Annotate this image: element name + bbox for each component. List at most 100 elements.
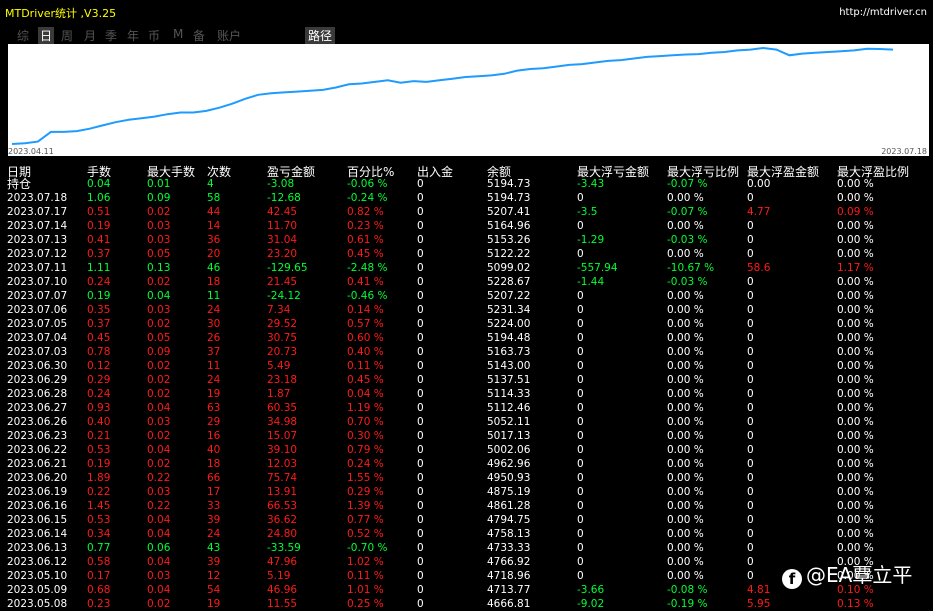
table-row[interactable]: 2023.06.22 0.53 0.04 40 39.10 0.79 % 0 5002.06 0… xyxy=(0,443,933,457)
table-row[interactable]: 2023.06.13 0.77 0.06 43 -33.59 -0.70 % 0 4733.3… xyxy=(0,541,933,555)
tab-2[interactable]: 周 xyxy=(61,27,73,44)
cell-maxlots: 0.02 xyxy=(147,374,171,386)
cell-bal: 4666.81 xyxy=(487,598,531,610)
tab-4[interactable]: 季 xyxy=(105,27,117,44)
cell-io: 0 xyxy=(417,318,424,330)
cell-pct: 1.19 % xyxy=(347,402,384,414)
cell-maxprofit: 5.95 xyxy=(747,598,771,610)
table-row[interactable]: 2023.06.20 1.89 0.22 66 75.74 1.55 % 0 4950.93 0… xyxy=(0,471,933,485)
cell-io: 0 xyxy=(417,430,424,442)
cell-maxloss: 0 xyxy=(577,570,584,582)
cell-pct: 0.04 % xyxy=(347,388,384,400)
tab-10[interactable]: 路径 xyxy=(305,27,336,44)
cell-lots: 0.17 xyxy=(87,570,111,582)
table-row[interactable]: 2023.07.11 1.11 0.13 46 -129.65 -2.48 % 0 5099.… xyxy=(0,261,933,275)
table-row[interactable]: 2023.07.06 0.35 0.03 24 7.34 0.14 % 0 5231.34 0 0… xyxy=(0,303,933,317)
table-row[interactable]: 2023.06.19 0.22 0.03 17 13.91 0.29 % 0 4875.19 0… xyxy=(0,485,933,499)
cell-lots: 0.37 xyxy=(87,318,111,330)
cell-maxprofitpct: 0.00 % xyxy=(837,542,874,554)
cell-maxlosspct: 0.00 % xyxy=(667,248,704,260)
cell-io: 0 xyxy=(417,584,424,596)
tab-1[interactable]: 日 xyxy=(38,27,55,44)
cell-maxlots: 0.02 xyxy=(147,430,171,442)
table-row[interactable]: 2023.06.28 0.24 0.02 19 1.87 0.04 % 0 5114.33 0 0… xyxy=(0,387,933,401)
table-row[interactable]: 2023.07.12 0.37 0.05 20 23.20 0.45 % 0 5122.22 0… xyxy=(0,247,933,261)
table-row[interactable]: 2023.07.17 0.51 0.02 44 42.45 0.82 % 0 5207.41 -… xyxy=(0,205,933,219)
cell-maxlosspct: 0.00 % xyxy=(667,360,704,372)
cell-maxprofitpct: 0.09 % xyxy=(837,206,874,218)
table-row[interactable]: 2023.06.16 1.45 0.22 33 66.53 1.39 % 0 4861.28 0… xyxy=(0,499,933,513)
table-row[interactable]: 2023.07.05 0.37 0.02 30 29.52 0.57 % 0 5224.00 0… xyxy=(0,317,933,331)
table-row[interactable]: 2023.06.23 0.21 0.02 16 15.07 0.30 % 0 5017.13 0… xyxy=(0,429,933,443)
cell-maxprofitpct: 0.13 % xyxy=(837,598,874,610)
cell-lots: 0.68 xyxy=(87,584,111,596)
cell-pnl: 31.04 xyxy=(267,234,298,246)
cell-maxlosspct: 0.00 % xyxy=(667,514,704,526)
cell-lots: 0.19 xyxy=(87,290,111,302)
cell-count: 20 xyxy=(207,248,221,260)
facebook-icon: f xyxy=(782,569,802,589)
cell-maxlots: 0.02 xyxy=(147,318,171,330)
tab-5[interactable]: 年 xyxy=(127,27,139,44)
cell-date: 2023.07.05 xyxy=(7,318,68,330)
cell-lots: 0.78 xyxy=(87,346,111,358)
watermark-text: @EA覃立平 xyxy=(806,563,913,587)
table-row[interactable]: 2023.06.26 0.40 0.03 29 34.98 0.70 % 0 5052.11 0… xyxy=(0,415,933,429)
table-row[interactable]: 2023.06.27 0.93 0.04 63 60.35 1.19 % 0 5112.46 0… xyxy=(0,401,933,415)
table-row[interactable]: 2023.07.14 0.19 0.03 14 11.70 0.23 % 0 5164.96 0… xyxy=(0,219,933,233)
cell-lots: 0.24 xyxy=(87,276,111,288)
cell-date: 2023.07.07 xyxy=(7,290,68,302)
cell-count: 39 xyxy=(207,514,221,526)
cell-maxlots: 0.06 xyxy=(147,542,171,554)
cell-lots: 0.58 xyxy=(87,556,111,568)
table-row[interactable]: 持仓 0.04 0.01 4 -3.08 -0.06 % 0 5194.73 -3.43 -0.0… xyxy=(0,177,933,191)
cell-date: 2023.06.19 xyxy=(7,486,68,498)
table-row[interactable]: 2023.06.21 0.19 0.02 18 12.03 0.24 % 0 4962.96 0… xyxy=(0,457,933,471)
cell-maxlosspct: 0.00 % xyxy=(667,556,704,568)
tab-7[interactable]: M xyxy=(173,27,183,41)
cell-maxprofit: 0 xyxy=(747,500,754,512)
table-row[interactable]: 2023.07.18 1.06 0.09 58 -12.68 -0.24 % 0 5194.7… xyxy=(0,191,933,205)
cell-maxlots: 0.02 xyxy=(147,276,171,288)
app-url-link[interactable]: http://mtdriver.cn xyxy=(839,7,927,18)
cell-io: 0 xyxy=(417,458,424,470)
cell-pnl: -24.12 xyxy=(267,290,301,302)
cell-maxprofit: 0 xyxy=(747,234,754,246)
tab-9[interactable]: 账户 xyxy=(217,27,241,44)
cell-date: 2023.07.12 xyxy=(7,248,68,260)
cell-lots: 0.35 xyxy=(87,304,111,316)
cell-lots: 0.19 xyxy=(87,458,111,470)
table-row[interactable]: 2023.07.10 0.24 0.02 18 21.45 0.41 % 0 5228.67 -… xyxy=(0,275,933,289)
tab-6[interactable]: 币 xyxy=(148,27,160,44)
tab-3[interactable]: 月 xyxy=(84,27,96,44)
cell-maxlots: 0.04 xyxy=(147,528,171,540)
cell-count: 14 xyxy=(207,220,221,232)
cell-pnl: -129.65 xyxy=(267,262,308,274)
cell-lots: 1.11 xyxy=(87,262,111,274)
table-row[interactable]: 2023.06.30 0.12 0.02 11 5.49 0.11 % 0 5143.00 0 0… xyxy=(0,359,933,373)
cell-maxloss: 0 xyxy=(577,472,584,484)
cell-maxprofitpct: 0.00 % xyxy=(837,388,874,400)
tab-0[interactable]: 综 xyxy=(17,27,29,44)
table-row[interactable]: 2023.07.13 0.41 0.03 36 31.04 0.61 % 0 5153.26 -… xyxy=(0,233,933,247)
table-row[interactable]: 2023.07.07 0.19 0.04 11 -24.12 -0.46 % 0 5207.2… xyxy=(0,289,933,303)
cell-maxlosspct: 0.00 % xyxy=(667,458,704,470)
table-row[interactable]: 2023.07.03 0.78 0.09 37 20.73 0.40 % 0 5163.73 0… xyxy=(0,345,933,359)
cell-date: 2023.07.14 xyxy=(7,220,68,232)
table-row[interactable]: 2023.06.15 0.53 0.04 39 36.62 0.77 % 0 4794.75 0… xyxy=(0,513,933,527)
table-row[interactable]: 2023.06.14 0.34 0.04 24 24.80 0.52 % 0 4758.13 0… xyxy=(0,527,933,541)
cell-io: 0 xyxy=(417,598,424,610)
table-row[interactable]: 2023.07.04 0.45 0.05 26 30.75 0.60 % 0 5194.48 0… xyxy=(0,331,933,345)
tab-8[interactable]: 备 xyxy=(193,27,205,44)
table-row[interactable]: 2023.05.08 0.23 0.02 19 11.55 0.25 % 0 4666.81 -… xyxy=(0,597,933,611)
cell-maxlosspct: 0.00 % xyxy=(667,388,704,400)
cell-pnl: 23.20 xyxy=(267,248,298,260)
cell-io: 0 xyxy=(417,486,424,498)
table-row[interactable]: 2023.06.29 0.29 0.02 24 23.18 0.45 % 0 5137.51 0… xyxy=(0,373,933,387)
cell-maxprofit: 0 xyxy=(747,416,754,428)
cell-maxloss: 0 xyxy=(577,500,584,512)
cell-maxprofitpct: 0.00 % xyxy=(837,220,874,232)
cell-lots: 0.53 xyxy=(87,444,111,456)
cell-io: 0 xyxy=(417,192,424,204)
cell-maxprofit: 0 xyxy=(747,542,754,554)
